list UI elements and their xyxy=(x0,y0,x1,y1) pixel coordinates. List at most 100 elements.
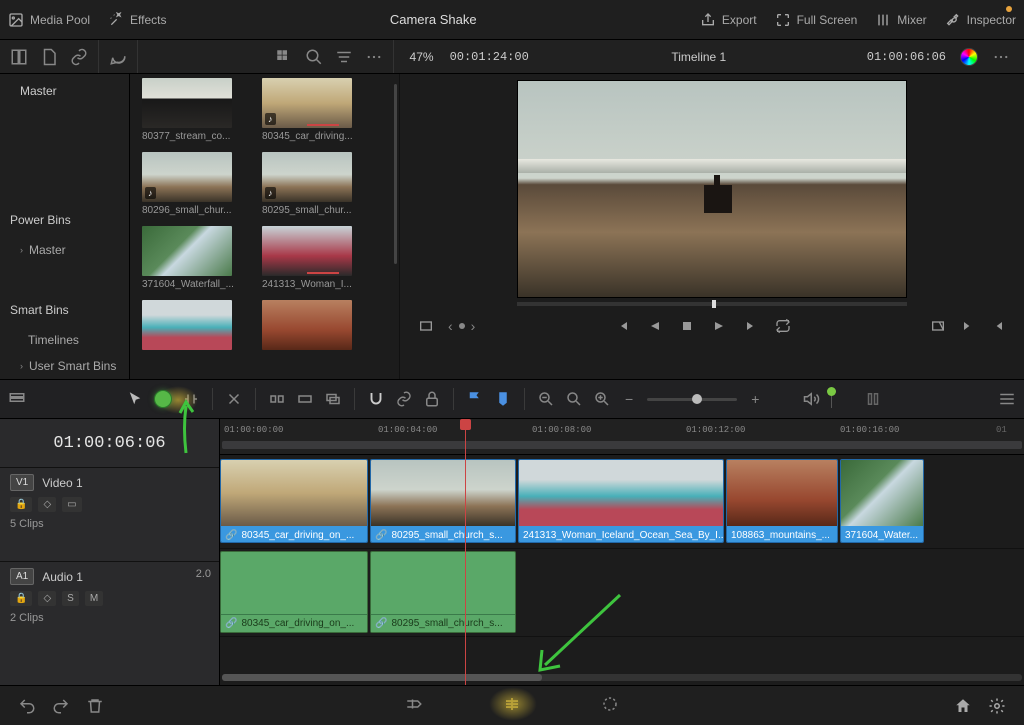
match-frame-icon[interactable] xyxy=(930,318,946,334)
blade-tool-icon[interactable] xyxy=(225,390,243,408)
zoom-out-icon[interactable]: − xyxy=(621,391,637,407)
link-clips-icon[interactable] xyxy=(395,390,413,408)
loading-icon[interactable] xyxy=(601,695,619,713)
timelines-bin[interactable]: Timelines xyxy=(0,327,129,353)
playhead[interactable] xyxy=(465,419,466,685)
disable-track-icon[interactable]: ▭ xyxy=(62,497,81,512)
mark-out-icon[interactable] xyxy=(990,318,1006,334)
trim-tool-icon[interactable] xyxy=(182,390,200,408)
zoom-fit-icon[interactable] xyxy=(537,390,555,408)
more-icon[interactable] xyxy=(365,48,383,66)
clip-thumbnail[interactable]: 80377_stream_co... xyxy=(142,78,232,142)
track-badge: V1 xyxy=(10,474,34,491)
video-clip[interactable]: 371604_Water... xyxy=(840,459,924,543)
marker-icon[interactable] xyxy=(494,390,512,408)
overwrite-icon[interactable] xyxy=(296,390,314,408)
dynamic-trim-button[interactable] xyxy=(154,390,172,408)
grid-view-icon[interactable] xyxy=(275,48,293,66)
video-clip[interactable]: 241313_Woman_Iceland_Ocean_Sea_By_I... xyxy=(518,459,724,543)
timeline-view-icon[interactable] xyxy=(8,390,26,408)
lock-track-icon[interactable]: 🔒 xyxy=(10,497,32,512)
zoom-slider[interactable] xyxy=(647,398,737,401)
last-frame-icon[interactable] xyxy=(743,318,759,334)
volume-icon[interactable] xyxy=(803,390,821,408)
page-icon[interactable] xyxy=(40,48,58,66)
auto-select-icon[interactable]: ◇ xyxy=(38,497,56,512)
play-icon[interactable] xyxy=(711,318,727,334)
stop-icon[interactable] xyxy=(679,318,695,334)
selection-tool-icon[interactable] xyxy=(126,390,144,408)
timeline-tracks[interactable]: 01:00:00:00 01:00:04:00 01:00:08:00 01:0… xyxy=(220,419,1024,685)
audio-clip[interactable]: 🔗80345_car_driving_on_... xyxy=(220,551,368,633)
cut-page-icon[interactable] xyxy=(405,695,423,713)
lock-icon[interactable] xyxy=(423,390,441,408)
home-icon[interactable] xyxy=(954,697,972,715)
clip-nav[interactable]: ‹› xyxy=(448,318,475,334)
undo-icon[interactable] xyxy=(18,697,36,715)
export-button[interactable]: Export xyxy=(700,12,757,28)
master-bin[interactable]: Master xyxy=(0,74,129,108)
clip-thumbnail[interactable]: ♪80296_small_chur... xyxy=(142,152,232,216)
volume-level[interactable] xyxy=(831,390,832,408)
overlay-icon[interactable] xyxy=(418,318,434,334)
options-icon[interactable] xyxy=(992,48,1010,66)
timeline-timecode[interactable]: 01:00:06:06 xyxy=(867,50,946,64)
clip-thumbnail[interactable]: 371604_Waterfall_... xyxy=(142,226,232,290)
video-clip[interactable]: 108863_mountains_... xyxy=(726,459,838,543)
edit-page-icon[interactable] xyxy=(503,695,521,713)
loop-icon[interactable] xyxy=(775,318,791,334)
export-icon xyxy=(700,12,716,28)
clip-thumbnail[interactable] xyxy=(142,300,232,350)
timeline-name[interactable]: Timeline 1 xyxy=(671,50,726,64)
track-name: Audio 1 xyxy=(42,570,83,584)
fullscreen-button[interactable]: Full Screen xyxy=(775,12,858,28)
mixer-button[interactable]: Mixer xyxy=(875,12,926,28)
audio-track-header[interactable]: A1 Audio 1 2.0 🔒 ◇ S M 2 Clips xyxy=(0,561,219,649)
timeline-menu-icon[interactable] xyxy=(998,390,1016,408)
insert-icon[interactable] xyxy=(268,390,286,408)
first-frame-icon[interactable] xyxy=(615,318,631,334)
inspector-button[interactable]: Inspector xyxy=(945,12,1016,28)
link-icon[interactable] xyxy=(70,48,88,66)
search-icon[interactable] xyxy=(305,48,323,66)
viewer-canvas[interactable] xyxy=(517,80,907,298)
layout-icon[interactable] xyxy=(10,48,28,66)
auto-select-icon[interactable]: ◇ xyxy=(38,591,56,606)
clip-thumbnail[interactable] xyxy=(262,300,352,350)
viewer-scrub-bar[interactable] xyxy=(517,302,907,306)
solo-button[interactable]: S xyxy=(62,591,79,606)
sort-icon[interactable] xyxy=(335,48,353,66)
replace-icon[interactable] xyxy=(324,390,342,408)
clip-thumbnail[interactable]: ♪80295_small_chur... xyxy=(262,152,352,216)
trash-icon[interactable] xyxy=(86,697,104,715)
user-smart-bins[interactable]: ›User Smart Bins xyxy=(0,353,129,379)
media-pool-tab[interactable]: Media Pool xyxy=(8,12,90,28)
video-clip[interactable]: 🔗80295_small_church_s... xyxy=(370,459,516,543)
clip-thumbnail[interactable]: 241313_Woman_I... xyxy=(262,226,352,290)
zoom-detail-icon[interactable] xyxy=(565,390,583,408)
timeline-ruler[interactable]: 01:00:00:00 01:00:04:00 01:00:08:00 01:0… xyxy=(220,419,1024,455)
effects-tab[interactable]: Effects xyxy=(108,12,166,28)
lock-track-icon[interactable]: 🔒 xyxy=(10,591,32,606)
link-icon: 🔗 xyxy=(225,530,237,541)
redo-icon[interactable] xyxy=(52,697,70,715)
video-track-header[interactable]: V1 Video 1 🔒 ◇ ▭ 5 Clips xyxy=(0,467,219,561)
viewer-zoom[interactable]: 47% xyxy=(410,50,434,64)
snap-icon[interactable] xyxy=(367,390,385,408)
settings-icon[interactable] xyxy=(988,697,1006,715)
mute-button[interactable]: M xyxy=(85,591,103,606)
play-reverse-icon[interactable] xyxy=(647,318,663,334)
mute-icon[interactable] xyxy=(864,390,882,408)
zoom-in-icon[interactable]: + xyxy=(747,391,763,407)
playhead-timecode[interactable]: 01:00:06:06 xyxy=(0,419,219,467)
clip-thumbnail[interactable]: ♪80345_car_driving... xyxy=(262,78,352,142)
timeline-scrollbar[interactable] xyxy=(222,674,1022,681)
video-clip[interactable]: 🔗80345_car_driving_on_... xyxy=(220,459,368,543)
audio-clip[interactable]: 🔗80295_small_church_s... xyxy=(370,551,516,633)
chat-icon[interactable] xyxy=(109,48,127,66)
zoom-custom-icon[interactable] xyxy=(593,390,611,408)
power-bins-master[interactable]: ›Master xyxy=(0,237,129,263)
color-wheel-icon[interactable] xyxy=(960,48,978,66)
flag-icon[interactable] xyxy=(466,390,484,408)
mark-in-icon[interactable] xyxy=(960,318,976,334)
